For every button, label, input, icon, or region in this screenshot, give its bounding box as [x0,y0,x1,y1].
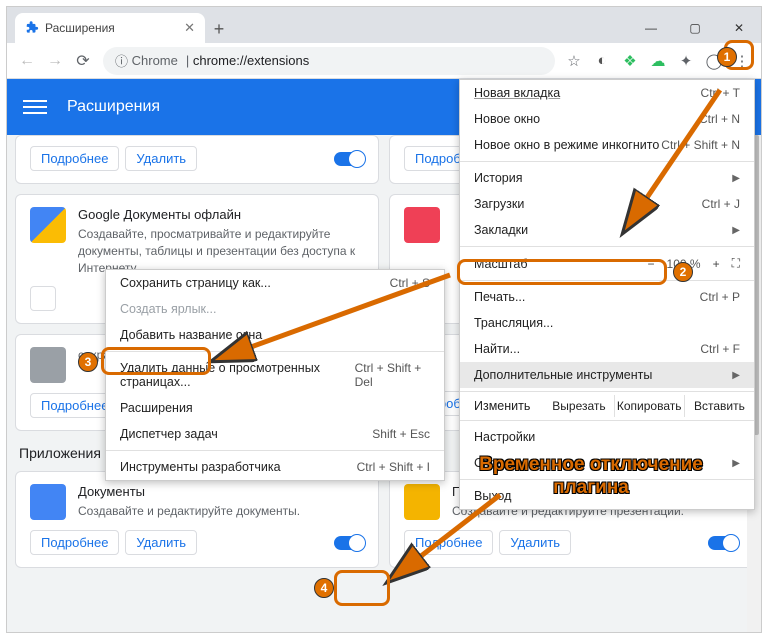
close-icon[interactable]: ✕ [184,20,195,36]
menu-find[interactable]: Найти...Ctrl + F [460,336,754,362]
submenu-name-window[interactable]: Добавить название окна [106,322,444,348]
app-card: Документы Создавайте и редактируйте доку… [15,471,379,568]
toolbar: ← → ⟳ ⓘ Chrome | chrome://extensions ☆ ◐… [7,43,761,79]
annotation-badge-3: 3 [78,352,98,372]
toggle-switch[interactable] [334,536,364,550]
cloud-icon[interactable]: ☁ [645,48,671,74]
docs-icon [30,484,66,520]
slides-icon [404,484,440,520]
page-title: Расширения [67,98,160,116]
menu-zoom: Масштаб −100 %+⛶ [460,250,754,277]
more-tools-submenu: Сохранить страницу как...Ctrl + S Создат… [105,269,445,481]
minimize-button[interactable]: — [629,13,673,43]
menu-history[interactable]: История▶ [460,165,754,191]
annotation-badge-2: 2 [673,262,693,282]
reload-button[interactable]: ⟳ [69,47,97,75]
menu-paste[interactable]: Вставить [685,395,754,417]
omnibox[interactable]: ⓘ Chrome | chrome://extensions [103,47,555,75]
menu-new-window[interactable]: Новое окноCtrl + N [460,106,754,132]
browser-tab[interactable]: Расширения ✕ [15,13,205,43]
submenu-dev-tools[interactable]: Инструменты разработчикаCtrl + Shift + I [106,454,444,480]
puzzle-icon[interactable]: ✦ [673,48,699,74]
menu-downloads[interactable]: ЗагрузкиCtrl + J [460,191,754,217]
details-button[interactable]: Подробнее [404,530,493,555]
menu-new-tab[interactable]: Новая вкладкаCtrl + T [460,80,754,106]
submenu-extensions[interactable]: Расширения [106,395,444,421]
menu-copy[interactable]: Копировать [615,395,685,417]
chrome-menu: Новая вкладкаCtrl + T Новое окноCtrl + N… [459,79,755,510]
menu-bookmarks[interactable]: Закладки▶ [460,217,754,243]
remove-button[interactable]: Удалить [499,530,571,555]
hamburger-icon[interactable] [23,95,47,119]
menu-incognito[interactable]: Новое окно в режиме инкогнитоCtrl + Shif… [460,132,754,158]
annotation-label: Временное отключение плагина [456,454,726,500]
menu-cast[interactable]: Трансляция... [460,310,754,336]
menu-cut[interactable]: Вырезать [544,395,614,417]
tab-title: Расширения [45,21,115,35]
back-button[interactable]: ← [13,47,41,75]
card-title: Документы [78,484,364,499]
titlebar: Расширения ✕ + — ▢ ✕ [7,7,761,43]
menu-settings[interactable]: Настройки [460,424,754,450]
details-button[interactable]: Подробнее [30,146,119,171]
forward-button[interactable]: → [41,47,69,75]
pocket-icon [404,207,440,243]
fullscreen-icon[interactable]: ⛶ [732,256,740,271]
submenu-create-shortcut[interactable]: Создать ярлык... [106,296,444,322]
gdocs-icon [30,207,66,243]
menu-more-tools[interactable]: Дополнительные инструменты▶ [460,362,754,388]
new-tab-button[interactable]: + [205,15,233,43]
toggle-switch[interactable] [334,152,364,166]
details-button[interactable]: Подробнее [30,530,119,555]
zoom-out-button[interactable]: − [648,257,655,271]
submenu-save-page[interactable]: Сохранить страницу как...Ctrl + S [106,270,444,296]
remove-button[interactable]: Удалить [125,530,197,555]
close-window-button[interactable]: ✕ [717,13,761,43]
maximize-button[interactable]: ▢ [673,13,717,43]
submenu-task-manager[interactable]: Диспетчер задачShift + Esc [106,421,444,447]
shield-icon[interactable]: ◐ [589,48,615,74]
card-desc: Создавайте и редактируйте документы. [78,503,364,520]
star-icon[interactable]: ☆ [561,48,587,74]
toggle-switch[interactable] [708,536,738,550]
menu-print[interactable]: Печать...Ctrl + P [460,284,754,310]
menu-edit-row: Изменить Вырезать Копировать Вставить [460,395,754,417]
app-icon [30,347,66,383]
annotation-badge-4: 4 [314,578,334,598]
submenu-clear-data[interactable]: Удалить данные о просмотренных страницах… [106,355,444,395]
card-title: Google Документы офлайн [78,207,364,222]
evernote-icon[interactable]: ❖ [617,48,643,74]
extension-icon [25,21,39,35]
annotation-badge-1: 1 [717,47,737,67]
site-info-icon[interactable]: ⓘ Chrome [115,51,178,70]
remove-button[interactable]: Удалить [125,146,197,171]
extension-card: Подробнее Удалить [15,135,379,184]
url-text: chrome://extensions [193,53,309,68]
details-button[interactable] [30,286,56,311]
zoom-in-button[interactable]: + [713,257,720,271]
